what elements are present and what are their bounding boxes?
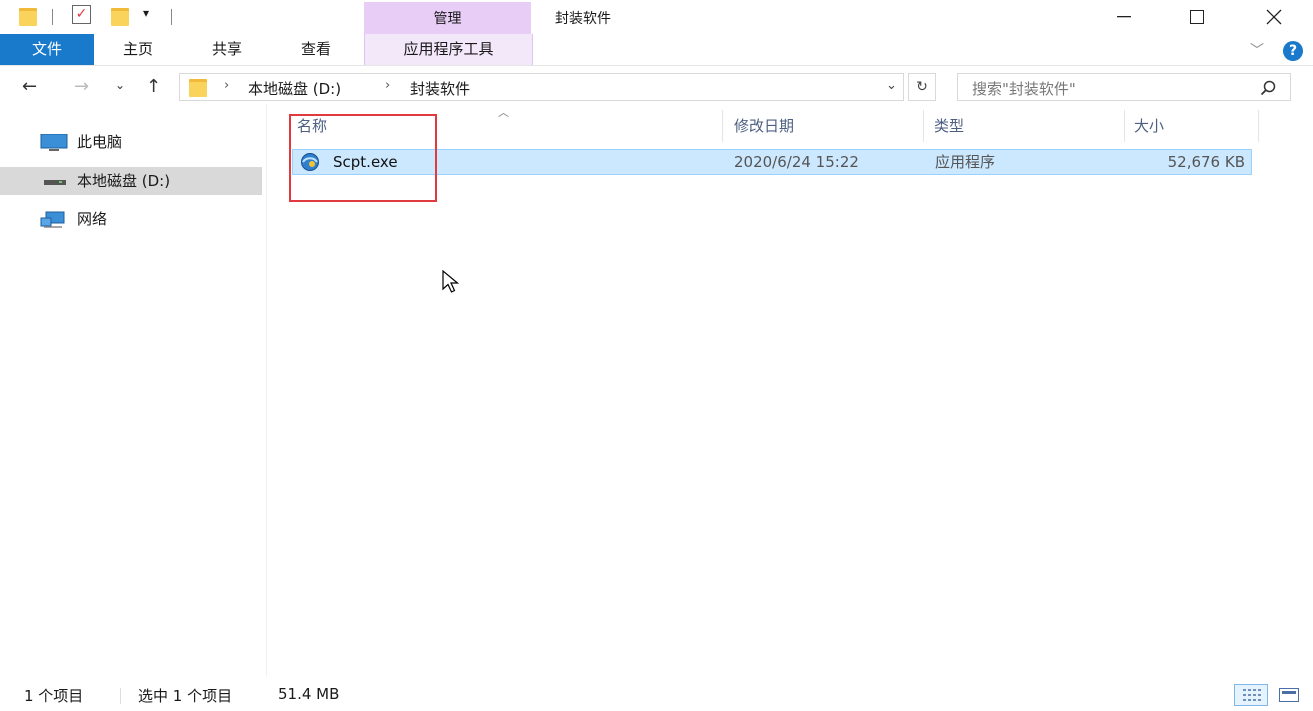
search-placeholder: 搜索"封装软件"	[972, 80, 1076, 98]
column-divider[interactable]	[722, 110, 723, 142]
search-icon[interactable]	[1260, 80, 1276, 96]
nav-item-this-pc[interactable]: 此电脑	[0, 128, 262, 156]
up-button[interactable]: ↑	[146, 76, 161, 97]
expand-ribbon-icon[interactable]: ﹀	[1250, 40, 1264, 60]
tab-file[interactable]: 文件	[0, 34, 94, 65]
minimize-button[interactable]	[1101, 0, 1147, 34]
mouse-cursor-icon	[442, 270, 460, 293]
contextual-group-label: 管理	[364, 2, 531, 34]
title-bar: ✓ ▾ 管理 封装软件	[0, 0, 1313, 34]
recent-locations-icon[interactable]: ⌄	[115, 78, 125, 92]
tab-share[interactable]: 共享	[198, 34, 256, 65]
status-bar: 1 个项目 选中 1 个项目 51.4 MB	[0, 680, 1313, 711]
folder-icon	[19, 8, 37, 26]
properties-icon[interactable]: ✓	[72, 5, 91, 24]
column-divider[interactable]	[1124, 110, 1125, 142]
large-icons-view-icon	[1279, 688, 1299, 702]
drive-icon	[44, 180, 66, 185]
breadcrumb-separator-icon[interactable]: ›	[385, 78, 390, 93]
close-icon	[1266, 9, 1282, 25]
highlight-box	[289, 114, 437, 202]
new-folder-icon[interactable]	[111, 8, 129, 26]
forward-button[interactable]: →	[74, 76, 89, 97]
navigation-pane: 此电脑 本地磁盘 (D:) 网络	[0, 104, 267, 676]
ribbon-tabs: 文件 主页 共享 查看 应用程序工具 ﹀ ?	[0, 34, 1313, 66]
column-header-type[interactable]: 类型	[934, 110, 964, 142]
maximize-button[interactable]	[1174, 0, 1220, 34]
breadcrumb-drive[interactable]: 本地磁盘 (D:)	[248, 78, 341, 99]
breadcrumb-folder[interactable]: 封装软件	[410, 78, 470, 99]
file-modified: 2020/6/24 15:22	[734, 153, 859, 171]
nav-item-label: 网络	[77, 210, 108, 228]
column-divider[interactable]	[1258, 110, 1259, 142]
close-button[interactable]	[1251, 0, 1297, 34]
details-view-icon	[1243, 689, 1261, 701]
help-icon[interactable]: ?	[1283, 41, 1303, 61]
maximize-icon	[1190, 10, 1204, 24]
column-header-modified[interactable]: 修改日期	[734, 110, 794, 142]
nav-item-label: 此电脑	[77, 133, 123, 151]
tab-application-tools[interactable]: 应用程序工具	[364, 34, 533, 65]
divider	[52, 9, 53, 25]
computer-icon	[40, 134, 68, 151]
nav-item-local-disk[interactable]: 本地磁盘 (D:)	[0, 167, 262, 195]
breadcrumb-separator-icon[interactable]: ›	[224, 78, 229, 93]
large-icons-view-button[interactable]	[1275, 684, 1303, 706]
details-view-button[interactable]	[1234, 684, 1268, 706]
address-bar[interactable]: › 本地磁盘 (D:) › 封装软件 ⌄	[179, 73, 904, 101]
window-title: 封装软件	[555, 11, 611, 27]
column-header-size[interactable]: 大小	[1134, 110, 1164, 142]
divider	[171, 9, 172, 25]
minimize-icon	[1117, 16, 1131, 18]
search-box[interactable]: 搜索"封装软件"	[957, 73, 1291, 101]
back-button[interactable]: ←	[22, 76, 37, 97]
file-type: 应用程序	[935, 153, 996, 171]
folder-icon	[189, 79, 207, 97]
divider	[120, 688, 121, 704]
sort-ascending-icon: ︿	[498, 106, 509, 119]
tab-view[interactable]: 查看	[287, 34, 345, 65]
refresh-button[interactable]: ↻	[908, 73, 936, 101]
selection-size: 51.4 MB	[278, 685, 340, 703]
tab-home[interactable]: 主页	[109, 34, 167, 65]
item-count: 1 个项目	[24, 687, 84, 705]
customize-toolbar-icon[interactable]: ▾	[143, 6, 149, 20]
file-size: 52,676 KB	[1167, 153, 1245, 171]
address-dropdown-icon[interactable]: ⌄	[886, 78, 897, 93]
column-divider[interactable]	[923, 110, 924, 142]
nav-item-label: 本地磁盘 (D:)	[77, 172, 171, 190]
selection-count: 选中 1 个项目	[138, 687, 233, 705]
network-icon	[40, 211, 65, 228]
nav-item-network[interactable]: 网络	[0, 205, 262, 233]
